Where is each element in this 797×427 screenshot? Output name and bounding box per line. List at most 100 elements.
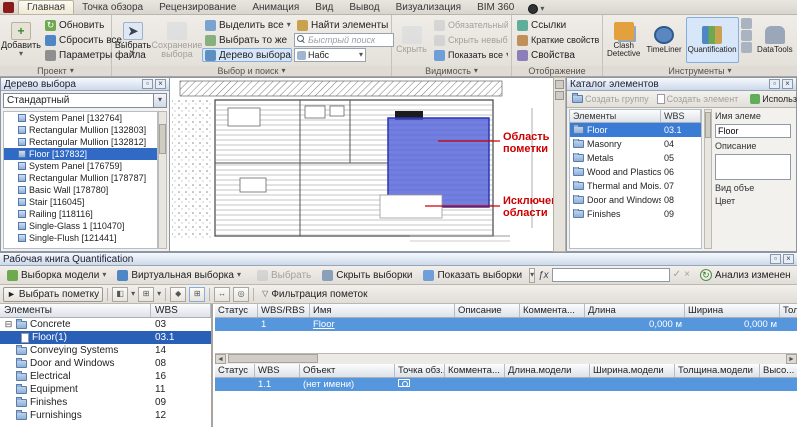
- description-field[interactable]: [715, 154, 791, 180]
- hide-unselected-button[interactable]: Скрыть невыбранные: [431, 33, 509, 47]
- close-icon[interactable]: ×: [155, 79, 166, 89]
- create-item-button[interactable]: Создать элемент: [654, 92, 742, 106]
- tab-output[interactable]: Вывод: [341, 1, 387, 14]
- formula-input[interactable]: [552, 268, 670, 282]
- select-takeoff-button[interactable]: Выбрать: [253, 268, 315, 283]
- close-icon[interactable]: ×: [783, 254, 794, 264]
- tree-item[interactable]: Railing [118116]: [4, 208, 157, 220]
- wbs-row[interactable]: Furnishings12: [0, 409, 211, 422]
- select-markup-button[interactable]: ► Выбрать пометку: [3, 287, 103, 302]
- float-panel-icon[interactable]: ▫: [142, 79, 153, 89]
- area-grid-button[interactable]: ⊞: [189, 287, 205, 302]
- group-label-display[interactable]: Отображение: [512, 66, 603, 76]
- catalog-row-selected[interactable]: Floor03.1: [570, 123, 701, 137]
- group-label-tools[interactable]: Инструменты▾: [603, 66, 797, 76]
- wbs-row[interactable]: Equipment11: [0, 383, 211, 396]
- markup-filter-button[interactable]: ▽ Фильтрация пометок: [258, 287, 371, 302]
- quantification-button[interactable]: Quantification: [686, 17, 739, 63]
- tab-viewpoint[interactable]: Точка обзора: [74, 1, 151, 14]
- selection-tree-button[interactable]: Дерево выбора: [202, 48, 292, 62]
- tab-home[interactable]: Главная: [18, 0, 74, 14]
- tool-extra-icon-3[interactable]: [741, 42, 752, 53]
- create-group-button[interactable]: Создать группу: [569, 92, 652, 106]
- col-items[interactable]: Элементы: [570, 110, 661, 122]
- catalog-row[interactable]: Finishes09: [570, 207, 701, 221]
- selection-resolution-combo[interactable]: Набс ▾: [294, 48, 366, 62]
- select-same-button[interactable]: Выбрать то же: [202, 33, 292, 47]
- tab-bim360[interactable]: BIM 360: [469, 1, 522, 14]
- wbs-row-selected[interactable]: Floor(1)03.1: [0, 331, 211, 344]
- tool-extra-icon-2[interactable]: [741, 30, 752, 41]
- catalog-row[interactable]: Wood and Plastics06: [570, 165, 701, 179]
- target-markup-button[interactable]: ◎: [233, 287, 249, 302]
- hide-button[interactable]: Скрыть: [394, 17, 429, 63]
- links-button[interactable]: Ссылки: [514, 18, 600, 32]
- wbs-row[interactable]: Finishes09: [0, 396, 211, 409]
- col-model-thickness[interactable]: Толщина.модели: [675, 364, 760, 377]
- group-label-visibility[interactable]: Видимость▾: [392, 66, 512, 76]
- col-length[interactable]: Длина: [585, 304, 685, 317]
- col-model-width[interactable]: Ширина.модели: [590, 364, 675, 377]
- select-all-button[interactable]: Выделить все ▾: [202, 18, 292, 32]
- tree-item-selected[interactable]: Floor [137832]: [4, 148, 157, 160]
- paint-markup-button[interactable]: ◆: [170, 287, 186, 302]
- col-thickness[interactable]: Толщина: [780, 304, 797, 317]
- use-button[interactable]: Использовать: [747, 92, 797, 106]
- confirm-formula-icon[interactable]: ✓: [673, 270, 681, 280]
- timeliner-button[interactable]: TimeLiner: [644, 17, 683, 63]
- tab-view[interactable]: Вид: [307, 1, 341, 14]
- wbs-row[interactable]: Door and Windows08: [0, 357, 211, 370]
- collapse-icon[interactable]: ⊟: [4, 319, 13, 330]
- tree-item[interactable]: Basic Wall [178780]: [4, 184, 157, 196]
- tree-item[interactable]: Rectangular Mullion [132812]: [4, 136, 157, 148]
- append-button[interactable]: + Добавить ▾: [2, 17, 40, 63]
- catalog-row[interactable]: Masonry04: [570, 137, 701, 151]
- wbs-row[interactable]: Electrical16: [0, 370, 211, 383]
- col-wbs-rbs[interactable]: WBS/RBS: [258, 304, 310, 317]
- save-selection-button[interactable]: Сохранение выбора: [154, 17, 200, 63]
- virtual-takeoff-button[interactable]: Виртуальная выборка ▾: [113, 268, 245, 283]
- group-label-select-search[interactable]: Выбор и поиск▾: [112, 66, 392, 76]
- tool-extra-icon-1[interactable]: [741, 18, 752, 29]
- require-button[interactable]: Обязательный: [431, 18, 509, 32]
- quick-find-box[interactable]: [294, 33, 394, 47]
- catalog-row[interactable]: Door and Windows08: [570, 193, 701, 207]
- tab-review[interactable]: Рецензирование: [151, 1, 244, 14]
- cancel-formula-icon[interactable]: ×: [684, 270, 690, 280]
- hide-takeoff-button[interactable]: Скрыть выборки: [318, 268, 416, 283]
- quick-find-input[interactable]: [308, 35, 388, 45]
- model-viewport[interactable]: Область пометки Исключение области: [170, 77, 553, 252]
- cell-viewpoint[interactable]: [395, 379, 445, 390]
- tree-item[interactable]: System Panel [176759]: [4, 160, 157, 172]
- catalog-scrollbar[interactable]: [704, 109, 712, 249]
- cell-name-link[interactable]: Floor: [310, 319, 455, 330]
- select-button[interactable]: ➤ Выбрать ▾: [114, 17, 152, 63]
- float-panel-icon[interactable]: ▫: [769, 79, 780, 89]
- col-wbs[interactable]: WBS: [255, 364, 300, 377]
- scroll-left-icon[interactable]: ◄: [215, 354, 226, 364]
- model-takeoff-button[interactable]: Выборка модели ▾: [3, 268, 110, 283]
- side-strip-icon-2[interactable]: [555, 91, 564, 100]
- unhide-all-button[interactable]: Показать все ▾: [431, 48, 509, 62]
- show-takeoff-button[interactable]: Показать выборки: [419, 268, 526, 283]
- tree-mode-combo[interactable]: Стандартный ▾: [3, 93, 167, 108]
- tree-item[interactable]: Rectangular Mullion [132803]: [4, 124, 157, 136]
- col-object[interactable]: Объект: [300, 364, 395, 377]
- move-markup-button[interactable]: ↔: [214, 287, 230, 302]
- wbs-row[interactable]: ⊟Concrete03: [0, 318, 211, 331]
- grid-markup-button[interactable]: ⊞: [138, 287, 154, 302]
- tab-render[interactable]: Визуализация: [388, 1, 469, 14]
- col-model-height[interactable]: Высо...: [760, 364, 797, 377]
- tree-item[interactable]: Single-Glass 1 [110470]: [4, 220, 157, 232]
- col-name[interactable]: Имя: [310, 304, 455, 317]
- items-table-hscrollbar[interactable]: ◄ ►: [215, 353, 797, 364]
- a360-menu[interactable]: ▾: [528, 4, 544, 14]
- col-wbs[interactable]: WBS: [151, 304, 211, 317]
- col-items[interactable]: Элементы: [0, 304, 151, 317]
- group-label-project[interactable]: Проект▾: [0, 66, 112, 76]
- col-comments[interactable]: Коммента...: [445, 364, 505, 377]
- app-icon[interactable]: [3, 2, 14, 13]
- col-description[interactable]: Описание: [455, 304, 520, 317]
- element-name-field[interactable]: [715, 124, 791, 138]
- tab-animation[interactable]: Анимация: [244, 1, 307, 14]
